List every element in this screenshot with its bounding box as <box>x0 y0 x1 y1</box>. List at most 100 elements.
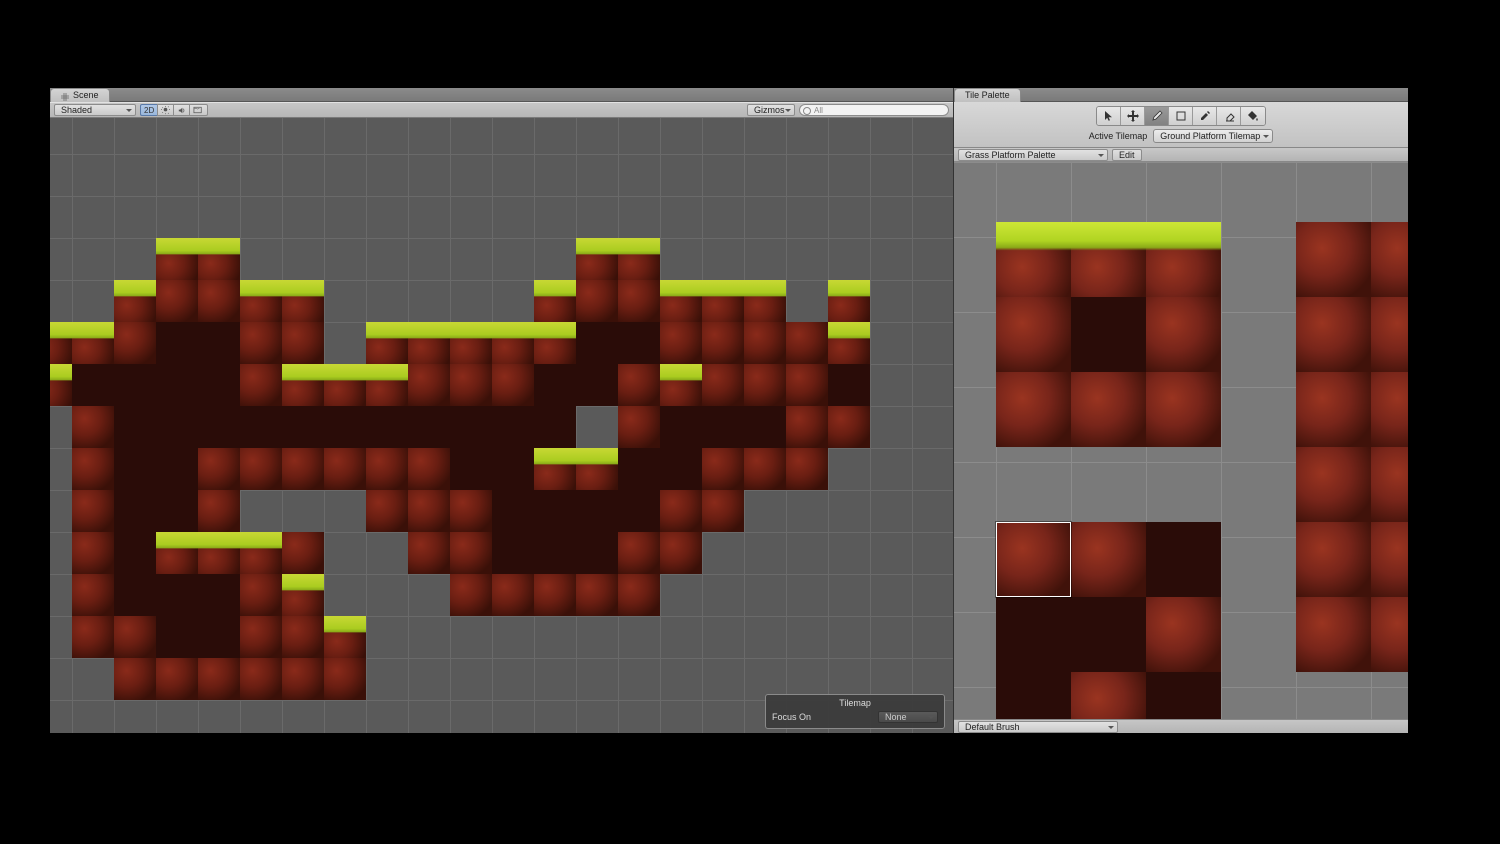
eraser-icon <box>1223 110 1235 122</box>
tile <box>198 406 240 448</box>
tile <box>828 322 870 364</box>
tile <box>282 532 324 574</box>
brush-icon <box>1151 110 1163 122</box>
tile <box>618 322 660 364</box>
palette-viewport[interactable] <box>954 162 1408 719</box>
tile <box>702 448 744 490</box>
tool-move-button[interactable] <box>1121 107 1145 125</box>
tile <box>492 532 534 574</box>
active-tilemap-row: Active Tilemap Ground Platform Tilemap <box>1089 129 1274 143</box>
fx-dropdown-button[interactable] <box>189 104 208 116</box>
tile <box>282 364 324 406</box>
palette-tile[interactable] <box>1071 372 1146 447</box>
tile <box>744 448 786 490</box>
tool-eraser-button[interactable] <box>1217 107 1241 125</box>
palette-tile[interactable] <box>1146 522 1221 597</box>
2d-toggle-button[interactable]: 2D <box>140 104 157 116</box>
tile <box>240 280 282 322</box>
tilemap-overlay: Tilemap Focus On None <box>765 694 945 729</box>
tile <box>450 490 492 532</box>
tile <box>534 364 576 406</box>
tool-brush-button[interactable] <box>1145 107 1169 125</box>
focus-on-dropdown[interactable]: None <box>878 711 938 723</box>
tile <box>660 448 702 490</box>
tile <box>534 532 576 574</box>
palette-tab[interactable]: Tile Palette <box>954 88 1021 102</box>
gizmos-dropdown[interactable]: Gizmos <box>747 104 795 116</box>
palette-tile[interactable] <box>1296 522 1371 597</box>
palette-toolbar: Active Tilemap Ground Platform Tilemap <box>954 102 1408 148</box>
palette-name-dropdown[interactable]: Grass Platform Palette <box>958 149 1108 161</box>
palette-tile[interactable] <box>1296 222 1371 297</box>
tile <box>282 406 324 448</box>
tile <box>660 532 702 574</box>
palette-tile[interactable] <box>1296 372 1371 447</box>
scene-search-input[interactable]: All <box>799 104 949 116</box>
palette-tile[interactable] <box>1146 372 1221 447</box>
palette-tile[interactable] <box>1146 222 1221 297</box>
active-tilemap-label: Active Tilemap <box>1089 131 1148 141</box>
tile <box>408 322 450 364</box>
tile <box>492 406 534 448</box>
tile <box>156 448 198 490</box>
palette-tile[interactable] <box>1296 297 1371 372</box>
tile <box>50 364 72 406</box>
palette-tile[interactable] <box>996 372 1071 447</box>
palette-tile[interactable] <box>1071 297 1146 372</box>
lighting-toggle-button[interactable] <box>157 104 173 116</box>
tile <box>786 322 828 364</box>
tile <box>618 238 660 280</box>
palette-tile[interactable] <box>1146 597 1221 672</box>
palette-tile[interactable] <box>1371 297 1408 372</box>
palette-tile[interactable] <box>1371 597 1408 672</box>
palette-tile[interactable] <box>1371 372 1408 447</box>
palette-tab-label: Tile Palette <box>965 89 1010 102</box>
tool-box-button[interactable] <box>1169 107 1193 125</box>
tool-select-button[interactable] <box>1097 107 1121 125</box>
shading-mode-dropdown[interactable]: Shaded <box>54 104 136 116</box>
tile <box>450 364 492 406</box>
palette-tile[interactable] <box>1071 597 1146 672</box>
tile <box>114 532 156 574</box>
palette-tile[interactable] <box>1146 672 1221 719</box>
tile <box>450 574 492 616</box>
palette-edit-button[interactable]: Edit <box>1112 149 1142 161</box>
palette-tile[interactable] <box>1371 222 1408 297</box>
palette-tile[interactable] <box>1071 672 1146 719</box>
tile <box>72 406 114 448</box>
palette-tile[interactable] <box>996 297 1071 372</box>
palette-tile[interactable] <box>1146 297 1221 372</box>
scene-viewport[interactable]: Tilemap Focus On None <box>50 118 953 733</box>
palette-tab-row: Tile Palette <box>954 88 1408 102</box>
palette-tile[interactable] <box>1371 447 1408 522</box>
palette-tile[interactable] <box>1296 597 1371 672</box>
tile <box>50 322 72 364</box>
palette-tile[interactable] <box>1371 522 1408 597</box>
palette-tile[interactable] <box>996 672 1071 719</box>
picker-icon <box>1199 110 1211 122</box>
tile <box>366 448 408 490</box>
palette-tile[interactable] <box>996 222 1071 297</box>
tile-palette-panel: Tile Palette Active Tilemap Ground Platf… <box>954 88 1408 733</box>
tool-fill-button[interactable] <box>1241 107 1265 125</box>
tile <box>72 448 114 490</box>
brush-dropdown[interactable]: Default Brush <box>958 721 1118 733</box>
palette-tool-row <box>1096 106 1266 126</box>
tile <box>408 490 450 532</box>
tile <box>492 322 534 364</box>
palette-tile[interactable] <box>1296 447 1371 522</box>
tile <box>240 364 282 406</box>
tile <box>786 448 828 490</box>
tile <box>534 322 576 364</box>
audio-toggle-button[interactable] <box>173 104 189 116</box>
tile <box>282 658 324 700</box>
tile <box>786 364 828 406</box>
tile <box>156 490 198 532</box>
active-tilemap-dropdown[interactable]: Ground Platform Tilemap <box>1153 129 1273 143</box>
palette-tile[interactable] <box>996 597 1071 672</box>
scene-tab[interactable]: Scene <box>50 88 110 102</box>
palette-tile[interactable] <box>1071 522 1146 597</box>
palette-tile[interactable] <box>1071 222 1146 297</box>
tile <box>114 406 156 448</box>
tool-picker-button[interactable] <box>1193 107 1217 125</box>
